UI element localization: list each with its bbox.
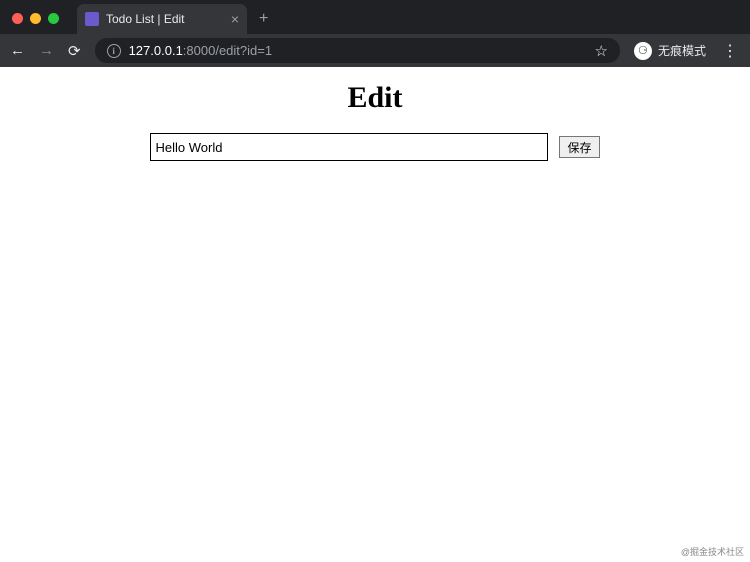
url-text: 127.0.0.1:8000/edit?id=1 (129, 43, 587, 58)
save-button[interactable]: 保存 (559, 136, 599, 158)
watermark: @掘金技术社区 (681, 545, 744, 558)
edit-form: 保存 (0, 133, 750, 161)
minimize-window-icon[interactable] (30, 13, 41, 24)
url-path: :8000/edit?id=1 (183, 43, 272, 58)
url-host: 127.0.0.1 (129, 43, 183, 58)
forward-button[interactable]: → (39, 42, 54, 59)
incognito-badge: ⚆ 无痕模式 (634, 42, 706, 60)
page-content: Edit 保存 (0, 67, 750, 161)
close-tab-icon[interactable]: × (231, 12, 239, 26)
browser-menu-button[interactable]: ⋮ (720, 41, 740, 61)
tab-title: Todo List | Edit (106, 12, 224, 26)
site-info-icon[interactable]: i (107, 44, 121, 58)
bookmark-star-icon[interactable]: ☆ (595, 42, 608, 60)
todo-text-input[interactable] (150, 133, 548, 161)
browser-tab[interactable]: Todo List | Edit × (77, 4, 247, 34)
reload-button[interactable]: ⟳ (68, 42, 81, 60)
favicon-icon (85, 12, 99, 26)
back-button[interactable]: ← (10, 42, 25, 59)
new-tab-button[interactable]: + (247, 10, 278, 34)
tab-strip: Todo List | Edit × + (0, 0, 750, 34)
nav-toolbar: ← → ⟳ i 127.0.0.1:8000/edit?id=1 ☆ ⚆ 无痕模… (0, 34, 750, 67)
close-window-icon[interactable] (12, 13, 23, 24)
incognito-label: 无痕模式 (658, 42, 706, 59)
incognito-icon: ⚆ (634, 42, 652, 60)
address-bar[interactable]: i 127.0.0.1:8000/edit?id=1 ☆ (95, 38, 620, 63)
page-title: Edit (0, 81, 750, 115)
browser-chrome: Todo List | Edit × + ← → ⟳ i 127.0.0.1:8… (0, 0, 750, 67)
window-controls (8, 13, 67, 34)
maximize-window-icon[interactable] (48, 13, 59, 24)
